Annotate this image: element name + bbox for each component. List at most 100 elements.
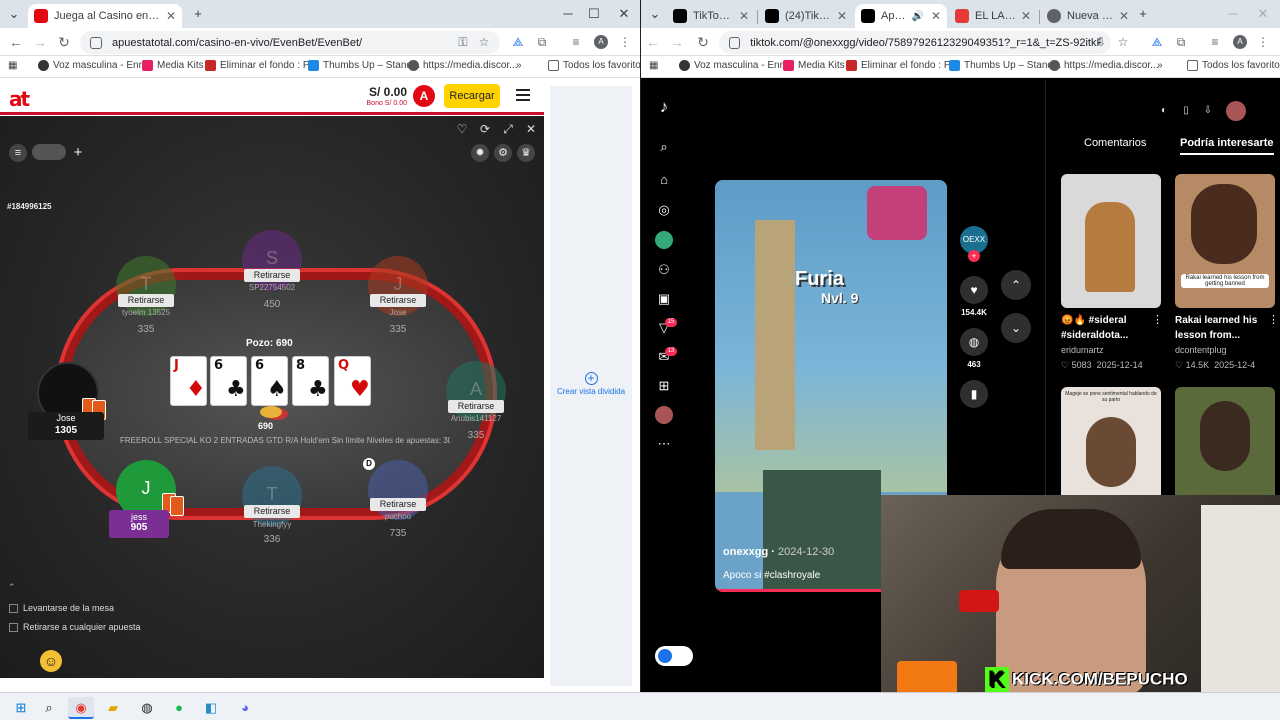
player-seat[interactable] (368, 460, 428, 520)
password-key-icon[interactable]: ⚿ (455, 34, 471, 50)
close-tab-icon[interactable]: ✕ (1021, 9, 1031, 23)
menu-dots-icon[interactable]: ⋮ (617, 34, 633, 50)
puzzle-icon[interactable]: ⧉ (1173, 34, 1189, 50)
bookmark-item[interactable]: Thumbs Up – Stand... (308, 60, 420, 71)
close-window-icon[interactable]: ✕ (1251, 4, 1275, 24)
profile-avatar-icon[interactable] (655, 406, 673, 424)
site-info-icon[interactable] (729, 36, 741, 49)
back-icon[interactable]: ← (643, 33, 663, 51)
tables-pill[interactable] (32, 144, 66, 160)
close-tab-icon[interactable]: ✕ (739, 9, 749, 23)
player-seat[interactable]: T (116, 256, 176, 316)
forward-icon[interactable]: → (30, 33, 50, 51)
close-tab-icon[interactable]: ✕ (931, 9, 941, 23)
minimize-icon[interactable]: ─ (1221, 4, 1245, 24)
obs-icon[interactable]: ◍ (134, 697, 160, 719)
bookmark-item[interactable]: Voz masculina - Enri... (679, 60, 793, 71)
download-icon[interactable]: ⇩ (1198, 101, 1218, 121)
bookmark-star-icon[interactable]: ☆ (476, 34, 492, 50)
gear-icon[interactable]: ⚙ (494, 144, 512, 162)
back-icon[interactable]: ← (6, 33, 26, 51)
fullscreen-icon[interactable]: ⤢ (500, 122, 516, 137)
refresh-icon[interactable]: ⟳ (477, 122, 493, 136)
site-logo[interactable]: at (9, 87, 30, 111)
bookmark-item[interactable]: Voz masculina - Enri... (38, 60, 152, 71)
tiktok-logo-icon[interactable]: ♪ (655, 98, 673, 116)
more-icon[interactable]: ⋯ (655, 435, 673, 453)
profile-avatar[interactable]: A (594, 35, 608, 49)
like-button[interactable]: ♥ 154.4K (959, 276, 989, 317)
new-tab-icon[interactable]: + (186, 4, 210, 24)
profile-avatar[interactable]: A (1233, 35, 1247, 49)
live-tv-icon[interactable]: ▣ (655, 290, 673, 308)
apps-grid-icon[interactable]: ▦ (649, 60, 658, 71)
more-options-icon[interactable]: ⋮ (1152, 313, 1163, 326)
bookmark-item[interactable]: https://media.discor... (408, 60, 518, 71)
search-icon[interactable]: ⌕ (36, 697, 62, 719)
suggestion-thumbnail[interactable]: Rakai learned his lesson from getting ba… (1175, 174, 1275, 308)
bookmark-item[interactable]: https://media.discor... (1049, 60, 1159, 71)
reload-icon[interactable]: ↻ (693, 33, 713, 51)
tab-apoco-si[interactable]: Apoco si🔊✕ (855, 4, 947, 28)
notes-app-icon[interactable]: ◧ (198, 697, 224, 719)
all-bookmarks-folder[interactable]: Todos los favoritos (1187, 60, 1280, 71)
save-button[interactable]: ▮ (959, 380, 989, 408)
close-game-icon[interactable]: ✕ (523, 122, 539, 136)
media-icon[interactable]: ≡ (1207, 34, 1223, 50)
table-settings-icon[interactable]: ✹ (471, 144, 489, 162)
close-tab-icon[interactable]: ✕ (1119, 9, 1129, 23)
bookmark-item[interactable]: Eliminar el fondo : P... (846, 60, 958, 71)
close-tab-icon[interactable]: ✕ (837, 9, 847, 23)
player-seat[interactable]: J (368, 256, 428, 316)
collapse-icon[interactable]: ⌃ (8, 582, 16, 593)
friends-icon[interactable]: ⚇ (655, 261, 673, 279)
tab-suggestions[interactable]: Podría interesarte (1180, 137, 1274, 155)
bookmark-star-icon[interactable]: ☆ (1115, 34, 1131, 50)
tab-tiktok-2[interactable]: (24)TikTok - ✕ (759, 4, 853, 28)
more-bookmarks-icon[interactable]: » (1157, 60, 1163, 71)
autoscroll-toggle[interactable] (655, 646, 693, 666)
favorite-heart-icon[interactable]: ♡ (454, 122, 470, 136)
prev-video-button[interactable]: ⌃ (1001, 270, 1031, 300)
tab-casino[interactable]: Juega al Casino en vivo Onl ✕ (28, 4, 182, 28)
tab-youtube[interactable]: EL LADO OS✕ (949, 4, 1037, 28)
windows-start-icon[interactable]: ⊞ (8, 697, 34, 719)
apps-grid-icon[interactable]: ▦ (8, 60, 17, 71)
suggestion-caption[interactable]: Rakai learned his lesson from... (1175, 313, 1280, 343)
site-info-icon[interactable] (90, 36, 102, 49)
recharge-button[interactable]: Recargar (444, 84, 500, 108)
add-table-icon[interactable]: + (69, 144, 87, 162)
more-bookmarks-icon[interactable]: » (516, 60, 522, 71)
create-split-view-button[interactable]: + Crear vista dividida (552, 372, 630, 396)
minimize-icon[interactable]: ─ (556, 4, 580, 24)
tab-new[interactable]: Nueva pesta✕ (1041, 4, 1135, 28)
new-tab-icon[interactable]: + (1131, 4, 1155, 24)
upload-icon[interactable]: ⊞ (655, 377, 673, 395)
autoplay-icon[interactable]: ◐ (1154, 101, 1174, 121)
comment-button[interactable]: ◍ 463 (959, 328, 989, 369)
checkbox[interactable] (9, 622, 18, 632)
tab-comments[interactable]: Comentarios (1084, 137, 1146, 149)
user-avatar[interactable]: A (413, 85, 435, 107)
extension-icon[interactable]: ⟁ (510, 34, 526, 50)
creator-avatar[interactable]: OEXX + (959, 226, 989, 262)
checkbox[interactable] (9, 603, 18, 613)
table-menu-icon[interactable]: ≡ (9, 144, 27, 162)
chrome-icon[interactable]: ◉ (68, 697, 94, 719)
install-icon[interactable]: ⇩ (1093, 34, 1109, 50)
option-fold-any[interactable]: Retirarse a cualquier apuesta (9, 622, 141, 632)
bookmark-item[interactable]: Media Kits (142, 60, 204, 71)
media-icon[interactable]: ≡ (568, 34, 584, 50)
more-options-icon[interactable]: ⋮ (1268, 313, 1279, 326)
bookmark-item[interactable]: Thumbs Up – Stand... (949, 60, 1061, 71)
all-bookmarks-folder[interactable]: Todos los favoritos (548, 60, 640, 71)
menu-dots-icon[interactable]: ⋮ (1255, 34, 1271, 50)
extension-icon[interactable]: ⟁ (1149, 34, 1165, 50)
close-window-icon[interactable]: ✕ (612, 4, 636, 24)
spotify-icon[interactable]: ● (166, 697, 192, 719)
bonus-balance[interactable]: Bono S/ 0.00 (355, 100, 407, 107)
url-field[interactable]: apuestatotal.com/casino-en-vivo/EvenBet/… (80, 31, 500, 54)
hamburger-menu-icon[interactable] (516, 89, 530, 101)
url-field[interactable]: tiktok.com/@onexxgg/video/75897926123290… (719, 31, 1111, 54)
tab-tiktok-1[interactable]: TikTok - Mak✕ (667, 4, 755, 28)
